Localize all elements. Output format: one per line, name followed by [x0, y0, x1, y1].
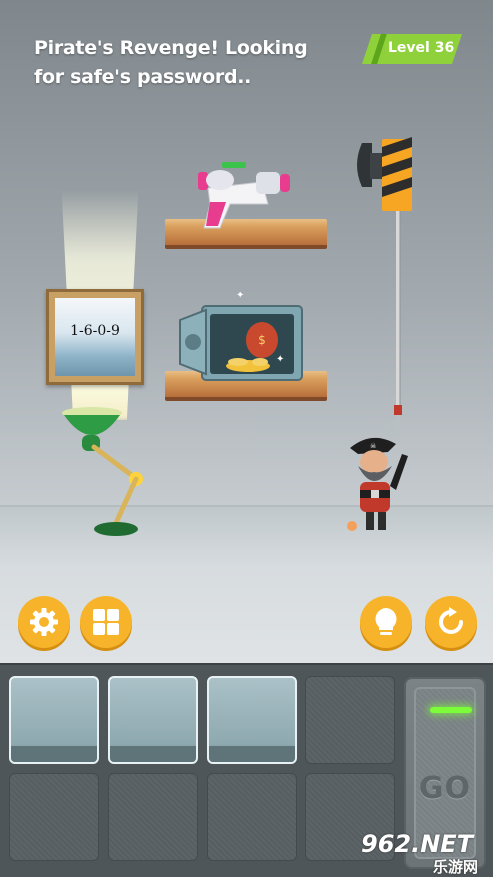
watermark-logo: 962.NET	[361, 826, 473, 859]
grid-icon	[93, 609, 119, 635]
level-badge: Level 36	[362, 34, 462, 64]
gear-icon	[30, 608, 58, 636]
desk-lamp[interactable]	[60, 405, 160, 545]
svg-text:✦: ✦	[276, 354, 284, 365]
pirate-character[interactable]: ☠	[340, 430, 420, 535]
go-button-label: GO	[418, 771, 472, 806]
open-safe[interactable]: $ ✦ ✦	[176, 292, 306, 382]
hook-machine[interactable]	[350, 135, 430, 445]
picture-frame[interactable]: 1-6-0-9	[46, 289, 144, 385]
level-label: Level 36	[388, 40, 455, 56]
svg-text:$: $	[258, 333, 266, 347]
svg-text:✦: ✦	[236, 292, 244, 301]
menu-button[interactable]	[80, 596, 132, 648]
ray-gun[interactable]	[190, 158, 300, 234]
restart-icon	[439, 607, 463, 634]
picture-canvas: 1-6-0-9	[55, 298, 135, 376]
inventory-slot[interactable]	[207, 773, 297, 861]
svg-text:☠: ☠	[370, 442, 376, 450]
watermark-subtitle: 乐游网	[433, 858, 479, 876]
inventory-slot[interactable]	[9, 676, 99, 764]
level-title: Pirate's Revenge! Looking for safe's pas…	[34, 37, 308, 88]
game-scene: Pirate's Revenge! Looking for safe's pas…	[0, 0, 493, 663]
go-indicator-light	[430, 707, 472, 713]
hint-button[interactable]	[360, 596, 412, 648]
inventory-slot[interactable]	[9, 773, 99, 861]
inventory-slot[interactable]	[305, 676, 395, 764]
settings-button[interactable]	[18, 596, 70, 648]
restart-button[interactable]	[425, 596, 477, 648]
site-watermark: 962.NET 乐游网	[355, 826, 493, 877]
inventory-slot[interactable]	[108, 773, 198, 861]
inventory-slot[interactable]	[207, 676, 297, 764]
picture-code: 1-6-0-9	[70, 323, 120, 339]
lightbulb-icon	[375, 608, 397, 635]
inventory-slot[interactable]	[108, 676, 198, 764]
watermark-logo-text: 962.NET	[361, 830, 474, 858]
